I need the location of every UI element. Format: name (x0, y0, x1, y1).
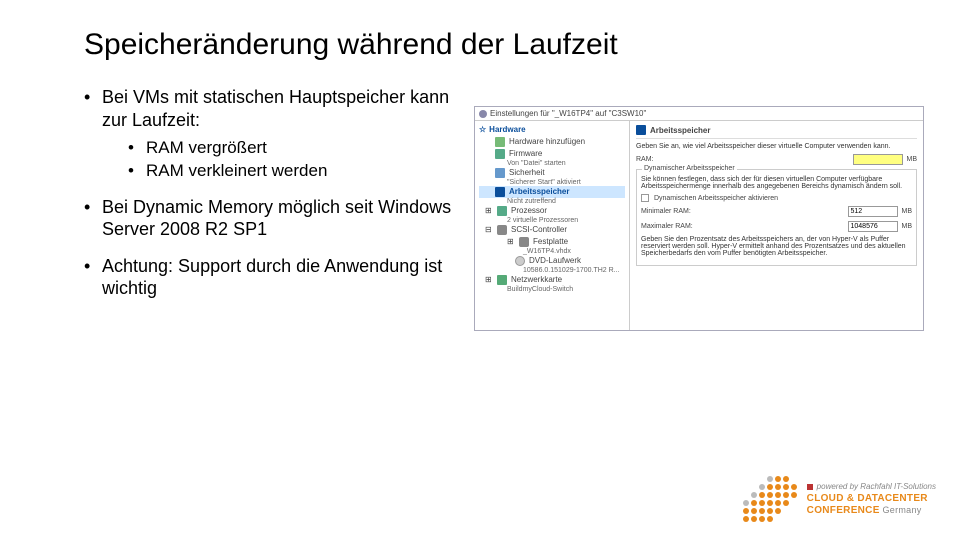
tree-firmware[interactable]: Firmware (479, 148, 625, 160)
chip-icon (495, 149, 505, 159)
max-ram-label: Maximaler RAM: (641, 223, 711, 230)
bullet-list: Bei VMs mit statischen Hauptspeicher kan… (84, 86, 464, 300)
checkbox-label: Dynamischen Arbeitsspeicher aktivieren (654, 195, 778, 202)
settings-dialog-screenshot: Einstellungen für "_W16TP4" auf "C3SW10"… (474, 106, 924, 331)
logo-line1: CLOUD & DATACENTER (807, 493, 936, 505)
tree-memory[interactable]: Arbeitsspeicher (479, 186, 625, 198)
dynamic-memory-group: Dynamischer Arbeitsspeicher Sie können f… (636, 169, 917, 266)
shield-icon (495, 168, 505, 178)
bullet-1-sub-1: RAM vergrößert (102, 137, 464, 158)
bullet-1: Bei VMs mit statischen Hauptspeicher kan… (84, 86, 464, 182)
bullet-2: Bei Dynamic Memory möglich seit Windows … (84, 196, 464, 241)
tree-hdd-sub: _W16TP4.vhdx (479, 248, 625, 255)
scsi-icon (497, 225, 507, 235)
tree-firmware-sub: Von "Datei" starten (479, 160, 625, 167)
ram-input[interactable] (853, 154, 903, 165)
footer-logo: powered by Rachfahl IT-Solutions CLOUD &… (743, 476, 936, 522)
max-ram-input[interactable] (848, 221, 898, 232)
slide-title: Speicheränderung während der Laufzeit (84, 28, 960, 62)
gear-icon (479, 110, 487, 118)
add-icon (495, 137, 505, 147)
memory-icon (495, 187, 505, 197)
group-label: Dynamischer Arbeitsspeicher (642, 165, 737, 172)
dialog-tree: ☆ Hardware Hardware hinzufügen Firmware … (475, 121, 630, 330)
content-header: Arbeitsspeicher (636, 125, 917, 139)
dvd-icon (515, 256, 525, 266)
tree-hardware-header: ☆ Hardware (479, 123, 625, 136)
tree-scsi[interactable]: ⊟ SCSI-Controller (479, 224, 625, 236)
tree-security[interactable]: Sicherheit (479, 167, 625, 179)
net-icon (497, 275, 507, 285)
ram-label: RAM: (636, 156, 696, 163)
logo-line2: CONFERENCE (807, 505, 880, 516)
tree-net[interactable]: ⊞ Netzwerkkarte (479, 274, 625, 286)
bullet-1-sub-2: RAM verkleinert werden (102, 160, 464, 181)
max-ram-unit: MB (902, 223, 913, 230)
tree-net-sub: BuildmyCloud-Switch (479, 286, 625, 293)
hdd-icon (519, 237, 529, 247)
tree-security-sub: "Sicherer Start" aktiviert (479, 179, 625, 186)
dynamic-memory-checkbox[interactable] (641, 194, 649, 202)
bullet-3: Achtung: Support durch die Anwendung ist… (84, 255, 464, 300)
min-ram-input[interactable] (848, 206, 898, 217)
buffer-desc: Geben Sie den Prozentsatz des Arbeitsspe… (641, 236, 912, 257)
dialog-content: Arbeitsspeicher Geben Sie an, wie viel A… (630, 121, 923, 330)
logo-line3: Germany (882, 505, 921, 515)
tree-memory-sub: Nicht zutreffend (479, 198, 625, 205)
min-ram-label: Minimaler RAM: (641, 208, 711, 215)
tree-cpu-sub: 2 virtuelle Prozessoren (479, 217, 625, 224)
dialog-titlebar: Einstellungen für "_W16TP4" auf "C3SW10" (475, 107, 923, 121)
memory-icon (636, 125, 646, 135)
min-ram-unit: MB (902, 208, 913, 215)
red-square-icon (807, 484, 813, 490)
cpu-icon (497, 206, 507, 216)
powered-by-text: powered by Rachfahl IT-Solutions (807, 482, 936, 491)
tree-add-hardware[interactable]: Hardware hinzufügen (479, 136, 625, 148)
content-desc: Geben Sie an, wie viel Arbeitsspeicher d… (636, 143, 917, 150)
tree-dvd[interactable]: DVD-Laufwerk (479, 255, 625, 267)
logo-dots-icon (743, 476, 797, 522)
tree-cpu[interactable]: ⊞ Prozessor (479, 205, 625, 217)
ram-unit: MB (907, 156, 918, 163)
tree-dvd-sub: 10586.0.151029-1700.TH2 R... (479, 267, 625, 274)
group-desc: Sie können festlegen, dass sich der für … (641, 176, 912, 190)
tree-hdd[interactable]: ⊞ Festplatte (479, 236, 625, 248)
bullet-1-text: Bei VMs mit statischen Hauptspeicher kan… (102, 87, 449, 130)
dialog-title-text: Einstellungen für "_W16TP4" auf "C3SW10" (490, 109, 646, 118)
